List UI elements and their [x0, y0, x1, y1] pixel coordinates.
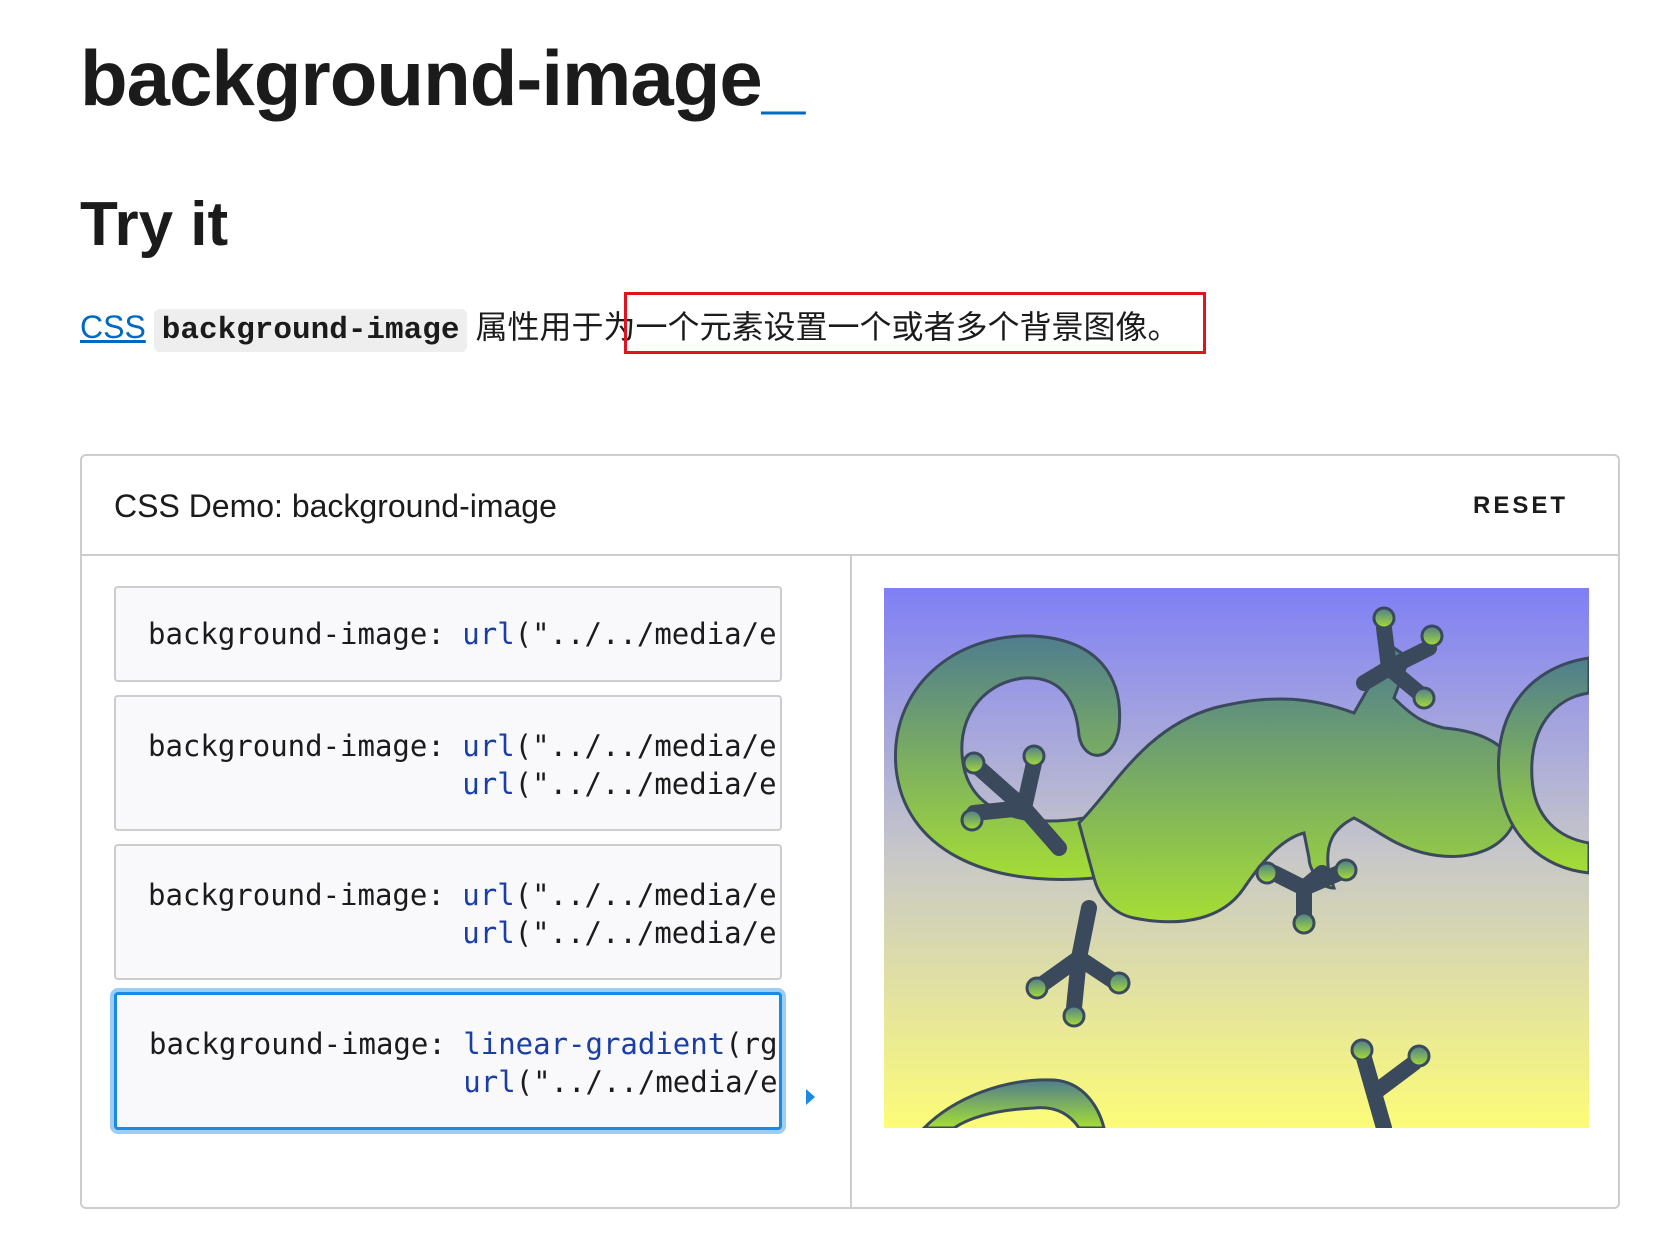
code-function: url	[462, 878, 515, 912]
property-code: background-image	[153, 309, 468, 352]
code-argument: ("../../media/e	[515, 1065, 778, 1099]
example-choice[interactable]: background-image: url("../../media/eback…	[114, 695, 782, 831]
title-cursor: _	[761, 34, 805, 122]
code-function: url	[462, 729, 515, 763]
code-function: linear-gradient	[463, 1027, 726, 1061]
css-demo-panel: CSS Demo: background-image RESET backgro…	[80, 454, 1620, 1209]
code-argument: (rg	[725, 1027, 778, 1061]
code-line: background-image: url("../../media/e	[148, 613, 777, 655]
code-line: background-image: url("../../media/e	[148, 912, 777, 954]
intro-text: 属性用于	[475, 309, 604, 345]
demo-title: CSS Demo: background-image	[114, 488, 557, 524]
code-function: url	[462, 767, 515, 801]
example-choice[interactable]: background-image: url("../../media/eback…	[114, 844, 782, 980]
code-line: background-image: url("../../media/e	[148, 763, 777, 805]
demo-header: CSS Demo: background-image RESET	[82, 456, 1618, 556]
code-property: background-image:	[148, 617, 445, 651]
code-argument: ("../../media/e	[514, 878, 777, 912]
example-choice[interactable]: background-image: url("../../media/e	[114, 586, 782, 682]
example-choice[interactable]: background-image: linear-gradient(rgback…	[114, 992, 782, 1130]
output-preview	[884, 588, 1589, 1128]
code-line: background-image: url("../../media/e	[148, 725, 777, 767]
code-property: background-image:	[148, 729, 445, 763]
page-title: background-image_	[80, 28, 805, 128]
code-line: background-image: linear-gradient(rg	[149, 1023, 778, 1065]
code-function: url	[462, 617, 515, 651]
css-link[interactable]: CSS	[80, 309, 146, 345]
code-line: background-image: url("../../media/e	[148, 874, 777, 916]
code-line: background-image: url("../../media/e	[149, 1061, 778, 1103]
page-title-text: background-image	[80, 34, 763, 122]
code-function: url	[462, 916, 515, 950]
section-heading: Try it	[80, 190, 229, 259]
code-property: background-image:	[149, 1027, 446, 1061]
code-argument: ("../../media/e	[514, 617, 777, 651]
code-argument: ("../../media/e	[514, 729, 777, 763]
reset-button[interactable]: RESET	[1473, 486, 1568, 526]
lizard-preview-image	[884, 588, 1589, 1128]
code-property: background-image:	[148, 878, 445, 912]
code-argument: ("../../media/e	[514, 916, 777, 950]
code-argument: ("../../media/e	[514, 767, 777, 801]
selected-arrow-icon	[806, 1089, 815, 1105]
code-function: url	[463, 1065, 516, 1099]
annotation-highlight-box	[624, 292, 1206, 354]
demo-divider	[850, 556, 852, 1207]
